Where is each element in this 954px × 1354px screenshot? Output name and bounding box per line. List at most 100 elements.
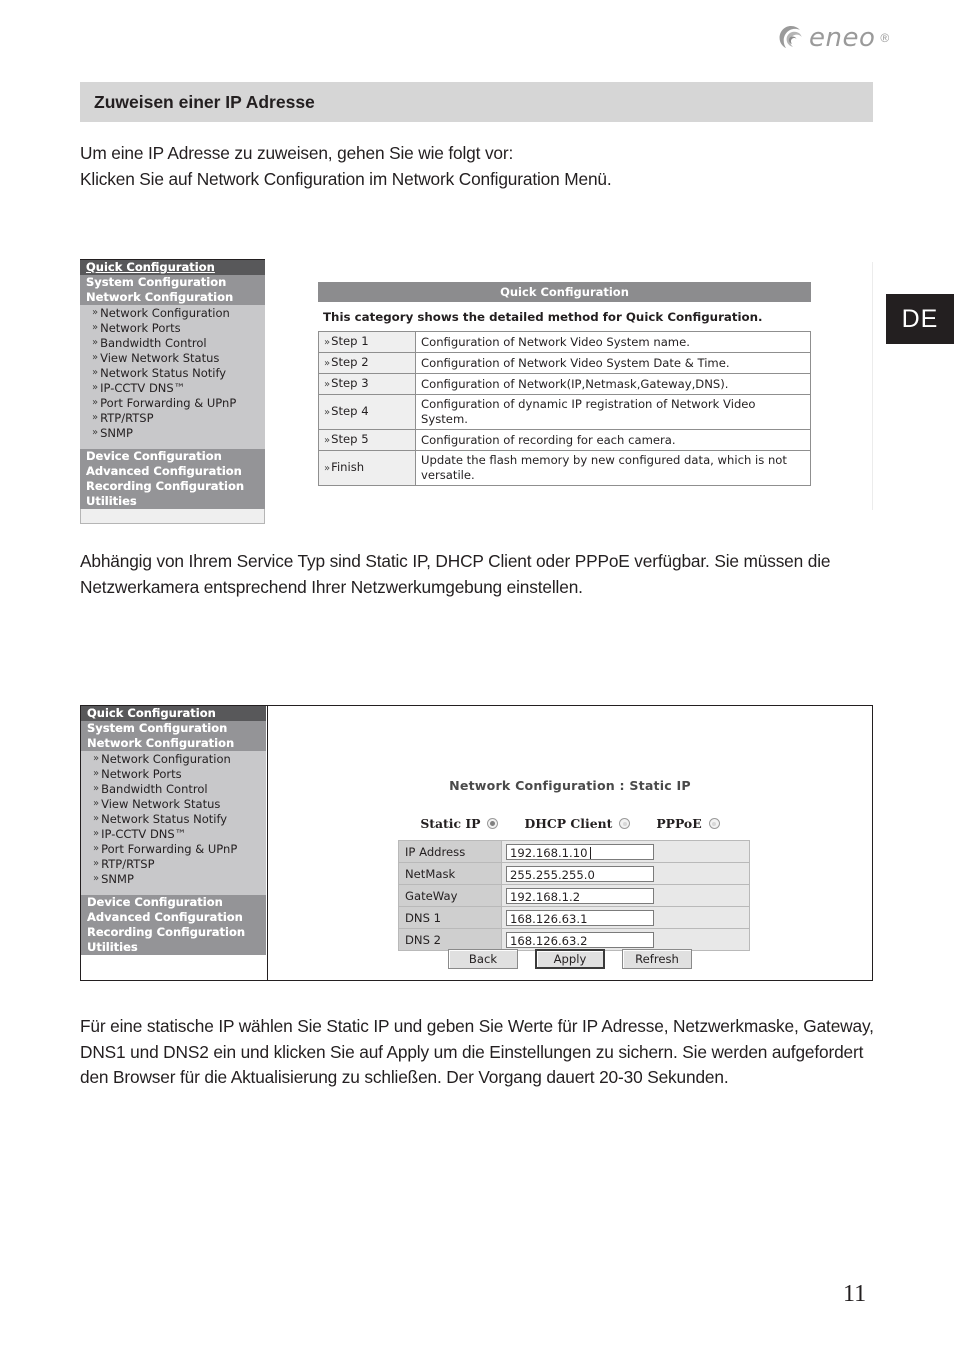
nav-item-label: RTP/RTSP (100, 410, 154, 425)
chevron-right-icon: » (92, 337, 98, 348)
step-label: Step 3 (331, 376, 369, 390)
table-row: IP Address 192.168.1.10 (398, 840, 750, 863)
chevron-right-icon: » (93, 768, 99, 779)
radio-button-dhcp-client[interactable] (619, 818, 631, 829)
table-row[interactable]: » Step 2 Configuration of Network Video S… (318, 352, 811, 374)
nav-category-network-configuration[interactable]: Network Configuration (81, 736, 266, 751)
nav-item-ip-cctv-dns[interactable]: » IP-CCTV DNS™ (81, 826, 266, 841)
refresh-button[interactable]: Refresh (622, 949, 692, 969)
nav-category-system-configuration[interactable]: System Configuration (80, 275, 265, 290)
table-row: DNS 2 168.126.63.2 (398, 928, 750, 951)
quick-configuration-description: This category shows the detailed method … (323, 310, 763, 324)
nav-category-quick-configuration[interactable]: Quick Configuration (80, 260, 265, 275)
field-cell: 255.255.255.0 (501, 862, 750, 885)
nav-item-ip-cctv-dns[interactable]: » IP-CCTV DNS™ (80, 380, 265, 395)
chevron-right-icon: » (93, 753, 99, 764)
eneo-swirl-logo-icon (778, 25, 804, 51)
nav-footer-area (80, 509, 265, 524)
chevron-right-icon: » (92, 397, 98, 408)
chevron-right-icon: » (92, 427, 98, 438)
nav-category-utilities[interactable]: Utilities (80, 494, 265, 509)
step-description: Configuration of Network Video System na… (415, 331, 811, 353)
nav-item-label: Port Forwarding & UPnP (100, 395, 237, 410)
nav-item-bandwidth-control[interactable]: » Bandwidth Control (80, 335, 265, 350)
chevron-right-icon: » (93, 858, 99, 869)
radio-button-static-ip[interactable] (487, 818, 499, 829)
table-row[interactable]: » Step 1 Configuration of Network Video S… (318, 331, 811, 353)
nav-item-network-status-notify[interactable]: » Network Status Notify (81, 811, 266, 826)
field-cell: 192.168.1.10 (501, 840, 750, 863)
nav-category-network-configuration[interactable]: Network Configuration (80, 290, 265, 305)
nav-item-view-network-status[interactable]: » View Network Status (80, 350, 265, 365)
chevron-right-icon: » (324, 379, 330, 390)
netmask-input[interactable]: 255.255.255.0 (506, 865, 654, 882)
apply-button[interactable]: Apply (535, 949, 605, 969)
back-button[interactable]: Back (448, 949, 518, 969)
field-cell: 168.126.63.2 (501, 928, 750, 951)
chevron-right-icon: » (92, 382, 98, 393)
nav-category-system-configuration[interactable]: System Configuration (81, 721, 266, 736)
step-label: Step 1 (331, 334, 369, 348)
nav-item-label: Bandwidth Control (100, 335, 207, 350)
nav-item-network-configuration[interactable]: » Network Configuration (80, 305, 265, 320)
nav-item-label: IP-CCTV DNS™ (101, 826, 187, 841)
step-label: Step 2 (331, 355, 369, 369)
table-row: NetMask 255.255.255.0 (398, 862, 750, 885)
field-label-gateway: GateWay (398, 884, 502, 907)
static-ip-form-table: IP Address 192.168.1.10 NetMask 255.255.… (398, 840, 750, 951)
table-row[interactable]: » Step 5 Configuration of recording for e… (318, 429, 811, 451)
page-number: 11 (843, 1281, 867, 1307)
nav-item-port-forwarding-upnp[interactable]: » Port Forwarding & UPnP (81, 841, 266, 856)
radio-option-pppoe[interactable]: PPPoE (656, 816, 720, 831)
nav-item-view-network-status[interactable]: » View Network Status (81, 796, 266, 811)
gateway-input[interactable]: 192.168.1.2 (506, 887, 654, 904)
table-row[interactable]: » Step 4 Configuration of dynamic IP regi… (318, 394, 811, 430)
nav-item-label: RTP/RTSP (101, 856, 155, 871)
step-cell: » Step 2 (318, 352, 416, 374)
nav-item-label: Network Status Notify (101, 811, 228, 826)
radio-button-pppoe[interactable] (708, 818, 720, 829)
dns1-input[interactable]: 168.126.63.1 (506, 909, 654, 926)
nav-category-device-configuration[interactable]: Device Configuration (81, 895, 266, 910)
table-row[interactable]: » Step 3 Configuration of Network(IP,Netm… (318, 373, 811, 395)
nav-item-snmp[interactable]: » SNMP (81, 871, 266, 886)
nav-item-snmp[interactable]: » SNMP (80, 425, 265, 440)
dns2-input[interactable]: 168.126.63.2 (506, 931, 654, 948)
nav-category-utilities[interactable]: Utilities (81, 940, 266, 955)
nav-sidebar-1: Quick Configuration System Configuration… (80, 259, 265, 524)
nav-spacer (81, 886, 266, 895)
table-row[interactable]: » Finish Update the flash memory by new c… (318, 450, 811, 486)
radio-option-dhcp-client[interactable]: DHCP Client (524, 816, 631, 831)
nav-category-advanced-configuration[interactable]: Advanced Configuration (80, 464, 265, 479)
nav-item-label: IP-CCTV DNS™ (100, 380, 186, 395)
language-tab-de[interactable]: DE (886, 294, 954, 344)
radio-option-static-ip[interactable]: Static IP (420, 816, 499, 831)
nav-item-network-status-notify[interactable]: » Network Status Notify (80, 365, 265, 380)
nav-category-quick-configuration[interactable]: Quick Configuration (81, 706, 266, 721)
chevron-right-icon: » (92, 367, 98, 378)
step-description: Configuration of Network(IP,Netmask,Gate… (415, 373, 811, 395)
field-label-netmask: NetMask (398, 862, 502, 885)
field-label-dns-1: DNS 1 (398, 906, 502, 929)
nav-item-rtp-rtsp[interactable]: » RTP/RTSP (80, 410, 265, 425)
nav-item-port-forwarding-upnp[interactable]: » Port Forwarding & UPnP (80, 395, 265, 410)
step-label: Finish (331, 460, 365, 474)
table-row: GateWay 192.168.1.2 (398, 884, 750, 907)
screenshot-network-configuration-static-ip: Quick Configuration System Configuration… (80, 705, 873, 981)
screenshot-quick-configuration: Quick Configuration System Configuration… (80, 259, 873, 524)
nav-item-network-ports[interactable]: » Network Ports (81, 766, 266, 781)
nav-item-bandwidth-control[interactable]: » Bandwidth Control (81, 781, 266, 796)
nav-category-advanced-configuration[interactable]: Advanced Configuration (81, 910, 266, 925)
nav-category-device-configuration[interactable]: Device Configuration (80, 449, 265, 464)
ip-address-input[interactable]: 192.168.1.10 (506, 843, 654, 860)
nav-item-network-ports[interactable]: » Network Ports (80, 320, 265, 335)
bottom-paragraph: Für eine statische IP wählen Sie Static … (80, 1016, 874, 1087)
nav-item-rtp-rtsp[interactable]: » RTP/RTSP (81, 856, 266, 871)
nav-item-network-configuration[interactable]: » Network Configuration (81, 751, 266, 766)
chevron-right-icon: » (93, 798, 99, 809)
radio-label: PPPoE (656, 816, 702, 831)
nav-item-label: Port Forwarding & UPnP (101, 841, 238, 856)
nav-category-recording-configuration[interactable]: Recording Configuration (81, 925, 266, 940)
nav-category-recording-configuration[interactable]: Recording Configuration (80, 479, 265, 494)
service-type-radio-group: Static IP DHCP Client PPPoE (268, 816, 872, 831)
